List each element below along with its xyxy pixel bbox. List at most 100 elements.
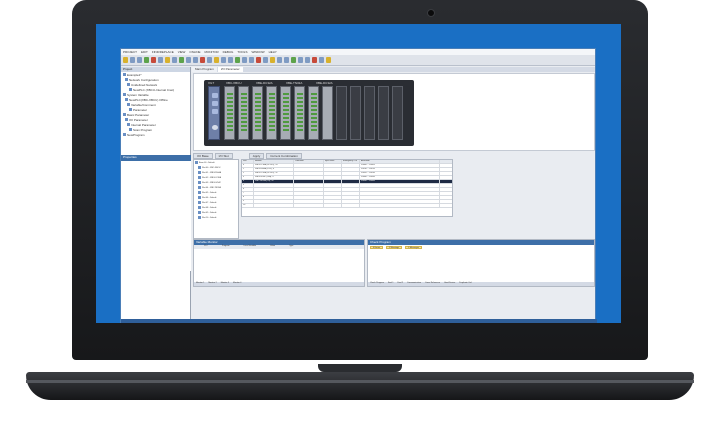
rack-slot[interactable] — [266, 86, 277, 140]
menu-item[interactable]: HELP — [269, 50, 277, 54]
slot-tree-label: Slot 04 - XBF-TN32A — [202, 186, 221, 189]
menu-item[interactable]: PROJECT — [123, 50, 137, 54]
tree-item-label: Example1* — [127, 72, 142, 77]
run-icon[interactable] — [144, 57, 149, 63]
rack-slot-empty[interactable] — [336, 86, 347, 140]
rack-slot-empty[interactable] — [392, 86, 403, 140]
tree-node-icon — [123, 93, 126, 96]
webcam-icon — [427, 9, 435, 17]
tool-icon[interactable] — [172, 57, 177, 63]
menu-item[interactable]: VIEW — [178, 50, 186, 54]
rack-slot[interactable] — [252, 86, 263, 140]
menu-item[interactable]: MONITOR — [205, 50, 219, 54]
tab-monitor-2[interactable]: Monitor 2 — [208, 282, 216, 286]
tool-icon[interactable] — [186, 57, 191, 63]
slot-icon — [198, 186, 201, 189]
warnings-filter[interactable]: 0 Warnings — [386, 246, 403, 249]
menu-item[interactable]: EDIT — [141, 50, 148, 54]
menu-item[interactable]: FIND/REPLACE — [152, 50, 174, 54]
menu-item[interactable]: ONLINE — [189, 50, 200, 54]
tab-main-program[interactable]: Main Program — [192, 67, 217, 72]
tool-icon[interactable] — [193, 57, 198, 63]
table-row[interactable]: 10 — [242, 204, 452, 208]
project-tree: Example1* Network Configuration Unidefined… — [121, 72, 190, 137]
rack-slot[interactable] — [238, 86, 249, 140]
tool-icon[interactable] — [312, 57, 317, 63]
rack-slot[interactable] — [322, 86, 333, 140]
rack-slot-empty[interactable] — [378, 86, 389, 140]
slot-tree-label: Slot 03 - XBF-DV04C — [202, 181, 222, 184]
table-cell[interactable]: 10 — [242, 204, 254, 208]
plc-rack[interactable]: XGT XBC-XBCU XBE-DC32A XBE-TN32A XBE-DC3… — [204, 80, 414, 146]
rack-slot[interactable] — [280, 86, 291, 140]
tab-communication[interactable]: Communication — [407, 282, 421, 286]
tree-node-icon — [129, 128, 132, 131]
table-cell[interactable] — [360, 204, 440, 208]
tab-find-1[interactable]: Find 1 — [388, 282, 394, 286]
app-window: PROJECT EDIT FIND/REPLACE VIEW ONLINE MO… — [120, 48, 597, 323]
led-column — [311, 93, 317, 133]
errors-filter[interactable]: 0 Errors — [370, 246, 384, 249]
table-cell[interactable] — [324, 204, 342, 208]
table-cell[interactable] — [294, 204, 324, 208]
column-header: Local Variable — [243, 245, 257, 247]
tool-icon[interactable] — [200, 57, 205, 63]
tree-node-icon — [125, 98, 128, 101]
save-icon[interactable] — [137, 57, 142, 63]
tool-icon[interactable] — [242, 57, 247, 63]
tab-check-program[interactable]: Check Program — [370, 282, 384, 286]
menu-item[interactable]: DEBUG — [223, 50, 234, 54]
stop-icon[interactable] — [151, 57, 156, 63]
tab-used-device[interactable]: Used Device — [444, 282, 455, 286]
slot-tree-label: Slot 01 - XBF-RD04A — [202, 171, 222, 174]
tool-icon[interactable] — [326, 57, 331, 63]
rack-slot-empty[interactable] — [350, 86, 361, 140]
tool-icon[interactable] — [319, 57, 324, 63]
tab-duplicate-coil[interactable]: Duplicate Coil — [459, 282, 471, 286]
tool-icon[interactable] — [221, 57, 226, 63]
tool-icon[interactable] — [235, 57, 240, 63]
cpu-module[interactable] — [208, 86, 220, 140]
tab-monitor-1[interactable]: Monitor 1 — [196, 282, 204, 286]
tool-icon[interactable] — [165, 57, 170, 63]
rack-slot[interactable] — [294, 86, 305, 140]
slot-tree-item[interactable]: Slot 10 - Default — [194, 215, 238, 220]
tool-icon[interactable] — [291, 57, 296, 63]
slot-icon — [198, 206, 201, 209]
tab-monitor-4[interactable]: Monitor 4 — [233, 282, 241, 286]
tree-item-label: Network Configuration — [129, 77, 159, 82]
tool-icon[interactable] — [228, 57, 233, 63]
menu-item[interactable]: TOOLS — [237, 50, 247, 54]
table-cell[interactable] — [254, 204, 294, 208]
rack-slot[interactable] — [224, 86, 235, 140]
tool-icon[interactable] — [277, 57, 282, 63]
tab-find-2[interactable]: Find 2 — [397, 282, 403, 286]
menu-item[interactable]: WINDOW — [251, 50, 264, 54]
rack-slot-empty[interactable] — [364, 86, 375, 140]
open-icon[interactable] — [130, 57, 135, 63]
tree-item[interactable]: NewProgram — [121, 132, 190, 137]
tree-item-label: Basic Parameter — [127, 112, 150, 117]
slot-tree-label: Slot 07 - Default — [202, 201, 217, 204]
tree-item-label: Variable/Comment — [131, 102, 156, 107]
tool-icon[interactable] — [263, 57, 268, 63]
slot-icon — [198, 166, 201, 169]
rack-slot[interactable] — [308, 86, 319, 140]
tool-icon[interactable] — [270, 57, 275, 63]
tab-io-parameter[interactable]: I/O Parameter — [217, 67, 243, 72]
tool-icon[interactable] — [249, 57, 254, 63]
tool-icon[interactable] — [214, 57, 219, 63]
tab-monitor-3[interactable]: Monitor 3 — [221, 282, 229, 286]
tool-icon[interactable] — [284, 57, 289, 63]
tool-icon[interactable] — [298, 57, 303, 63]
laptop-base — [26, 372, 694, 400]
tool-icon[interactable] — [207, 57, 212, 63]
tool-icon[interactable] — [256, 57, 261, 63]
tool-icon[interactable] — [179, 57, 184, 63]
tool-icon[interactable] — [158, 57, 163, 63]
new-project-icon[interactable] — [123, 57, 128, 63]
tab-cross-reference[interactable]: Cross Reference — [425, 282, 440, 286]
messages-filter[interactable]: 0 Messages — [405, 246, 422, 249]
tool-icon[interactable] — [305, 57, 310, 63]
table-cell[interactable] — [342, 204, 360, 208]
